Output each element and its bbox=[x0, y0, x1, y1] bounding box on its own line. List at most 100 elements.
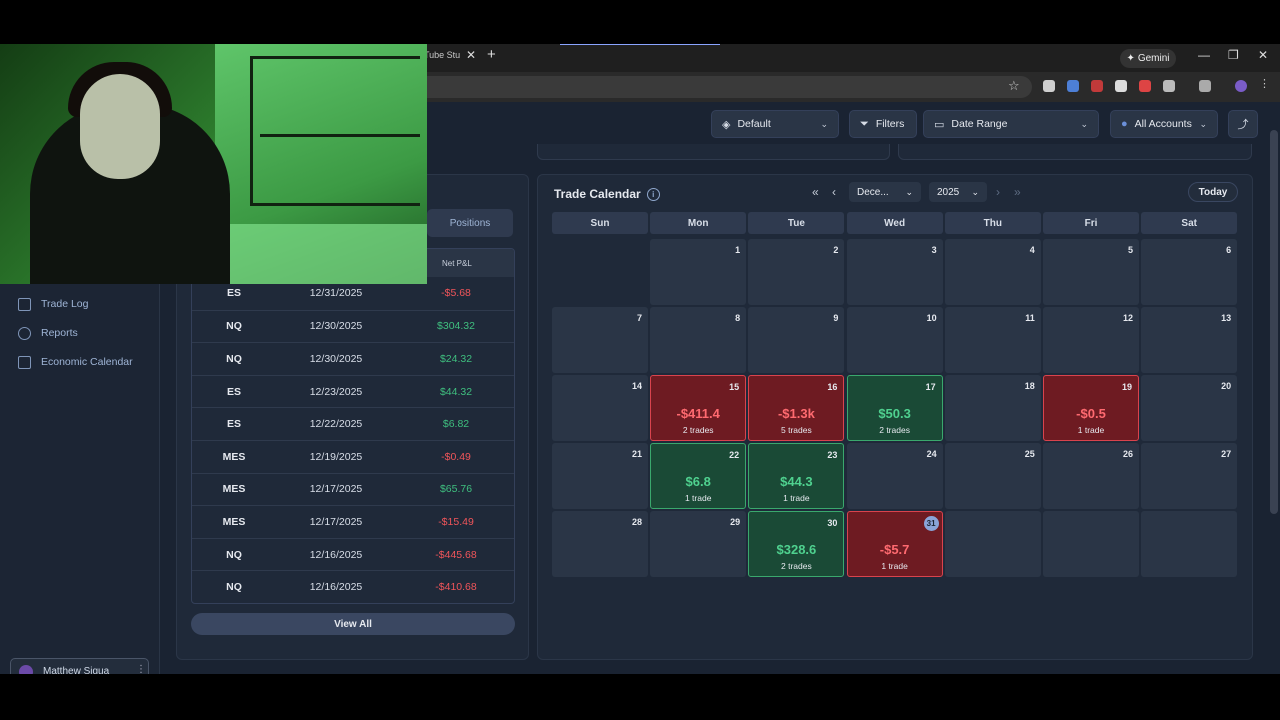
table-row[interactable]: NQ 12/16/2025 -$410.68 bbox=[192, 570, 514, 603]
sidebar-item-reports[interactable]: Reports bbox=[18, 323, 78, 343]
user-menu[interactable]: Matthew Sigua ⋮ bbox=[10, 658, 149, 674]
calendar-day[interactable]: 11 bbox=[944, 307, 1041, 373]
calendar-day[interactable]: 6 bbox=[1141, 239, 1238, 305]
table-row[interactable]: ES 12/22/2025 $6.82 bbox=[192, 407, 514, 440]
calendar-day[interactable]: 31 -$5.7 1 trade bbox=[846, 511, 943, 577]
page-scrollbar[interactable] bbox=[1270, 130, 1278, 514]
first-month-icon[interactable]: « bbox=[812, 185, 819, 199]
sidebar-item-economic-calendar[interactable]: Economic Calendar bbox=[18, 352, 133, 372]
sidebar-item-trade-log[interactable]: Trade Log bbox=[18, 294, 88, 314]
minimize-icon[interactable]: — bbox=[1198, 48, 1210, 62]
calendar-day[interactable]: 10 bbox=[846, 307, 943, 373]
trade-net-pnl: $6.82 bbox=[442, 418, 470, 431]
info-icon[interactable]: i bbox=[646, 187, 660, 201]
filter-icon: ⏷ bbox=[860, 117, 869, 130]
table-row[interactable]: NQ 12/16/2025 -$445.68 bbox=[192, 537, 514, 571]
tab-close-icon[interactable]: ✕ bbox=[466, 48, 476, 62]
filters-button[interactable]: ⏷ Filters bbox=[849, 110, 917, 138]
share-button[interactable]: ⤴ bbox=[1228, 110, 1258, 138]
month-select[interactable]: Dece... ⌄ bbox=[849, 182, 921, 202]
layout-select[interactable]: ◈ Default ⌄ bbox=[711, 110, 839, 138]
prev-month-icon[interactable]: ‹ bbox=[832, 185, 836, 199]
calendar-day[interactable]: 20 bbox=[1141, 375, 1238, 441]
calendar-day[interactable]: 8 bbox=[650, 307, 747, 373]
extension-icon[interactable] bbox=[1139, 80, 1151, 92]
trade-net-pnl: $24.32 bbox=[439, 352, 473, 365]
calendar-day[interactable]: 22 $6.8 1 trade bbox=[650, 443, 747, 509]
extension-icon[interactable] bbox=[1043, 80, 1055, 92]
sparkle-icon: ✦ bbox=[1126, 53, 1135, 64]
trade-calendar-panel: Trade Calendar i « ‹ Dece... ⌄ 2025 ⌄ › … bbox=[537, 174, 1253, 660]
day-number: 6 bbox=[1226, 245, 1232, 255]
next-month-icon[interactable]: › bbox=[996, 185, 1000, 199]
view-all-button[interactable]: View All bbox=[191, 613, 515, 635]
calendar-day[interactable]: 23 $44.3 1 trade bbox=[748, 443, 845, 509]
browser-tab-title[interactable]: Tube Stu bbox=[424, 50, 460, 60]
day-trade-count: 2 trades bbox=[781, 561, 812, 571]
table-row[interactable]: MES 12/17/2025 -$15.49 bbox=[192, 505, 514, 538]
window-close-icon[interactable]: ✕ bbox=[1258, 48, 1268, 62]
table-row[interactable]: NQ 12/30/2025 $24.32 bbox=[192, 342, 514, 375]
webcam-bunk-rail bbox=[260, 134, 420, 137]
profile-avatar-icon[interactable] bbox=[1235, 80, 1247, 92]
calendar-day[interactable]: 21 bbox=[552, 443, 648, 509]
table-row[interactable]: NQ 12/30/2025 $304.32 bbox=[192, 309, 514, 343]
calendar-day[interactable]: 13 bbox=[1141, 307, 1238, 373]
calendar-day[interactable]: 26 bbox=[1043, 443, 1139, 509]
avatar bbox=[19, 665, 33, 674]
extension-icon[interactable] bbox=[1091, 80, 1103, 92]
calendar-day[interactable] bbox=[1141, 511, 1238, 577]
trade-symbol: MES bbox=[222, 515, 246, 528]
sidebar-item-label: Reports bbox=[41, 327, 78, 339]
date-range-select[interactable]: ▭ Date Range ⌄ bbox=[923, 110, 1099, 138]
table-row[interactable]: MES 12/19/2025 -$0.49 bbox=[192, 439, 514, 473]
calendar-day[interactable]: 12 bbox=[1043, 307, 1139, 373]
calendar-day[interactable]: 15 -$411.4 2 trades bbox=[650, 375, 747, 441]
calendar-day[interactable] bbox=[1043, 511, 1139, 577]
calendar-day[interactable]: 18 bbox=[944, 375, 1041, 441]
calendar-day[interactable]: 24 bbox=[846, 443, 943, 509]
calendar-day[interactable]: 29 bbox=[650, 511, 747, 577]
tab-positions[interactable]: Positions bbox=[427, 209, 513, 237]
bookmark-star-icon[interactable]: ☆ bbox=[1008, 78, 1020, 94]
calendar-day[interactable]: 5 bbox=[1043, 239, 1139, 305]
calendar-day[interactable]: 9 bbox=[748, 307, 845, 373]
new-tab-icon[interactable]: + bbox=[487, 46, 496, 63]
more-options-icon[interactable]: ⋮ bbox=[136, 664, 146, 674]
calendar-day[interactable] bbox=[944, 511, 1041, 577]
today-button[interactable]: Today bbox=[1188, 182, 1238, 202]
calendar-day[interactable]: 28 bbox=[552, 511, 648, 577]
extension-icon[interactable] bbox=[1067, 80, 1079, 92]
calendar-day[interactable]: 3 bbox=[846, 239, 943, 305]
calendar-day[interactable]: 2 bbox=[748, 239, 845, 305]
restore-icon[interactable]: ❐ bbox=[1228, 48, 1239, 62]
day-number: 21 bbox=[631, 449, 642, 459]
year-select[interactable]: 2025 ⌄ bbox=[929, 182, 987, 202]
extension-icon[interactable] bbox=[1115, 80, 1127, 92]
table-row[interactable]: MES 12/17/2025 $65.76 bbox=[192, 472, 514, 506]
browser-menu-icon[interactable]: ⋮ bbox=[1259, 77, 1271, 90]
day-trade-count: 2 trades bbox=[682, 425, 714, 435]
column-header-net-pnl[interactable]: Net P&L bbox=[442, 259, 472, 268]
calendar-day[interactable]: 30 $328.6 2 trades bbox=[748, 511, 845, 577]
reports-icon bbox=[18, 326, 31, 340]
accounts-select[interactable]: ● All Accounts ⌄ bbox=[1110, 110, 1218, 138]
table-row[interactable]: ES 12/23/2025 $44.32 bbox=[192, 374, 514, 408]
calendar-day[interactable]: 7 bbox=[552, 307, 648, 373]
puzzle-icon[interactable] bbox=[1163, 80, 1175, 92]
calendar-day[interactable]: 25 bbox=[944, 443, 1041, 509]
calendar-day[interactable]: 16 -$1.3k 5 trades bbox=[748, 375, 845, 441]
calendar-day[interactable]: 17 $50.3 2 trades bbox=[846, 375, 943, 441]
last-month-icon[interactable]: » bbox=[1014, 185, 1021, 199]
calendar-day[interactable]: 27 bbox=[1141, 443, 1238, 509]
layout-select-label: Default bbox=[737, 118, 771, 130]
trade-net-pnl: $44.32 bbox=[439, 385, 473, 398]
summary-card bbox=[898, 144, 1252, 160]
calendar-day[interactable]: 14 bbox=[552, 375, 648, 441]
side-panel-icon[interactable] bbox=[1199, 80, 1211, 92]
gemini-button[interactable]: ✦ Gemini bbox=[1120, 49, 1176, 68]
calendar-day[interactable]: 19 -$0.5 1 trade bbox=[1043, 375, 1139, 441]
url-input[interactable] bbox=[420, 76, 1032, 98]
calendar-day[interactable]: 1 bbox=[650, 239, 747, 305]
calendar-day[interactable]: 4 bbox=[944, 239, 1041, 305]
